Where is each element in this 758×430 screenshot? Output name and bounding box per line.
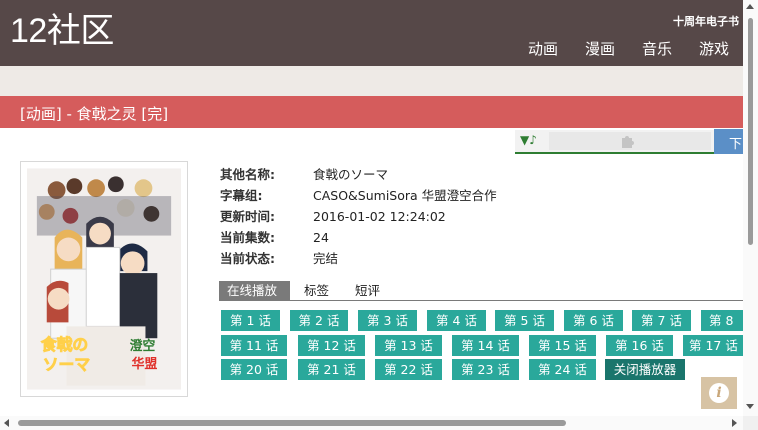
episode-button[interactable]: 第 23 话 [452,359,519,380]
episode-button[interactable]: 第 7 话 [632,310,691,331]
info-label: 更新时间: [220,209,275,224]
puzzle-icon [622,136,634,148]
episode-button[interactable]: 第 3 话 [358,310,417,331]
info-value: CASO&SumiSora 华盟澄空合作 [313,188,497,203]
download-button[interactable]: 下 [714,129,743,154]
anime-info-table: 其他名称: 食戟のソーマ 字幕组: CASO&SumiSora 华盟澄空合作 更新时… [220,164,497,269]
episode-button[interactable]: 第 2 话 [290,310,348,331]
episode-button[interactable]: 第 4 话 [427,310,486,331]
episode-button[interactable]: 第 11 话 [221,335,287,356]
content-tabs: 在线播放 标签 短评 [219,281,743,301]
scroll-down-arrow-icon[interactable] [746,404,754,409]
scroll-right-arrow-icon[interactable] [732,419,737,427]
vertical-scrollbar[interactable] [743,0,758,416]
poster-logo-left-2: ソーマ [43,355,91,374]
music-player-widget: ▼♪ [515,130,714,154]
episode-button[interactable]: 第 8 话 [701,310,743,331]
info-label: 其他名称: [220,167,275,182]
ebook-link[interactable]: 十周年电子书 [673,13,739,29]
nav-manga[interactable]: 漫画 [585,38,615,59]
episode-button[interactable]: 第 24 话 [529,359,596,380]
anime-poster: 食戟の ソーマ 澄空 华盟 [20,161,188,397]
info-icon: i [709,383,729,403]
episode-button[interactable]: 第 12 话 [298,335,365,356]
info-value: 完结 [313,251,339,266]
site-header: 12社区 十周年电子书 动画 漫画 音乐 游戏 [0,0,743,66]
sub-header-band [0,66,743,96]
info-label: 当前集数: [220,230,275,245]
info-row-updated: 更新时间: 2016-01-02 12:24:02 [220,206,497,227]
horizontal-scrollbar[interactable] [0,416,743,430]
episode-button[interactable]: 第 6 话 [564,310,623,331]
info-row-subgroup: 字幕组: CASO&SumiSora 华盟澄空合作 [220,185,497,206]
episode-button[interactable]: 第 15 话 [529,335,596,356]
episode-button[interactable]: 第 17 话 [683,335,743,356]
episode-button[interactable]: 第 5 话 [495,310,554,331]
scrollbar-corner [743,416,758,430]
horizontal-scroll-thumb[interactable] [18,420,566,426]
info-button[interactable]: i [701,377,737,409]
info-label: 当前状态: [220,251,275,266]
tab-online-play[interactable]: 在线播放 [219,281,290,301]
episode-button[interactable]: 第 1 话 [221,310,280,331]
info-row-episode-count: 当前集数: 24 [220,227,497,248]
poster-logo-left: 食戟の [40,335,88,354]
episode-button[interactable]: 第 21 话 [298,359,365,380]
episode-button[interactable]: 第 13 话 [375,335,442,356]
main-nav: 动画 漫画 音乐 游戏 [528,38,729,59]
info-row-status: 当前状态: 完结 [220,248,497,269]
info-value: 食戟のソーマ [313,167,389,182]
nav-games[interactable]: 游戏 [699,38,729,59]
nav-music[interactable]: 音乐 [642,38,672,59]
vertical-scroll-thumb[interactable] [748,18,753,245]
episode-button[interactable]: 第 20 话 [221,359,287,380]
poster-logo-right-2: 华盟 [132,356,158,372]
page-title-bar: [动画] - 食戟之灵 [完] [0,96,743,128]
page-title: [动画] - 食戟之灵 [完] [20,105,169,123]
poster-image: 食戟の ソーマ 澄空 华盟 [27,168,181,390]
tab-reviews[interactable]: 短评 [355,281,380,301]
poster-logo-right: 澄空 [130,338,156,354]
episode-button[interactable]: 第 16 话 [606,335,673,356]
scroll-up-arrow-icon[interactable] [746,4,754,9]
episode-button[interactable]: 第 22 话 [375,359,442,380]
close-player-button[interactable]: 关闭播放器 [605,359,685,380]
info-row-alias: 其他名称: 食戟のソーマ [220,164,497,185]
tab-tags[interactable]: 标签 [304,281,329,301]
scroll-left-arrow-icon[interactable] [4,419,9,427]
site-logo[interactable]: 12社区 [10,11,114,51]
nav-anime[interactable]: 动画 [528,38,558,59]
music-toggle-icon[interactable]: ▼♪ [520,133,537,147]
info-value: 2016-01-02 12:24:02 [313,209,446,224]
episode-button[interactable]: 第 14 话 [452,335,519,356]
info-label: 字幕组: [220,188,263,203]
info-value: 24 [313,230,329,245]
